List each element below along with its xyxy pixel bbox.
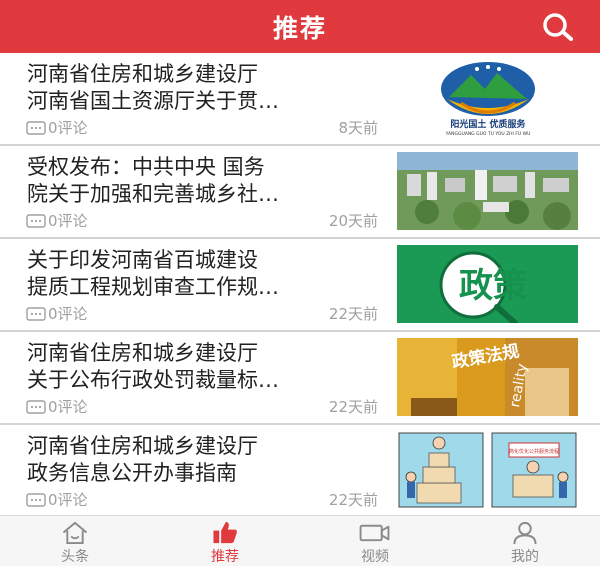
article-meta: 0评论 22天前	[26, 489, 378, 509]
headline-line-2: 政务信息公开办事指南	[27, 461, 237, 485]
article-time: 20天前	[328, 212, 378, 230]
comment-count[interactable]: 0评论	[26, 396, 88, 417]
headline-line-2: 提质工程规划审查工作规…	[27, 275, 279, 299]
thumb-caption: 阳光国土 优质服务	[450, 118, 526, 130]
headline-line-1: 关于印发河南省百城建设	[27, 248, 258, 272]
headline-line-2: 河南省国土资源厅关于贯…	[27, 89, 279, 113]
comment-icon	[26, 306, 46, 321]
comment-count[interactable]: 0评论	[26, 303, 88, 324]
tab-recommended[interactable]: 推荐	[150, 516, 300, 566]
home-icon	[62, 521, 88, 545]
comment-count-label: 0评论	[48, 491, 88, 509]
city-aerial-photo-icon	[397, 152, 578, 230]
tab-label: 我的	[511, 549, 539, 565]
tab-profile[interactable]: 我的	[450, 516, 600, 566]
tab-label: 推荐	[211, 549, 239, 565]
policy-regulation-photo-icon: 政策法规 reality	[397, 338, 578, 416]
article-headline[interactable]: 关于印发河南省百城建设 提质工程规划审查工作规…	[27, 247, 382, 301]
headline-line-2: 关于公布行政处罚裁量标…	[27, 368, 279, 392]
tab-label: 头条	[61, 549, 89, 565]
comment-icon	[26, 213, 46, 228]
comment-icon	[26, 492, 46, 507]
headline-line-1: 河南省住房和城乡建设厅	[27, 434, 258, 458]
article-meta: 0评论 22天前	[26, 396, 378, 416]
article-item[interactable]: 河南省住房和城乡建设厅 关于公布行政处罚裁量标… 0评论 22天前 政策法规 r…	[0, 332, 600, 425]
article-thumbnail[interactable]: 阳光国土 优质服务 YANGGUANG GUO TU YOU ZHI FU WU	[397, 59, 578, 137]
search-icon	[543, 13, 573, 41]
tab-video[interactable]: 视频	[300, 516, 450, 566]
policy-magnifier-icon: 政策	[397, 245, 578, 323]
comment-icon	[26, 399, 46, 414]
article-meta: 0评论 22天前	[26, 303, 378, 323]
video-icon	[359, 524, 390, 542]
headline-line-1: 河南省住房和城乡建设厅	[27, 341, 258, 365]
search-button[interactable]	[538, 11, 578, 43]
user-icon	[513, 521, 537, 545]
article-item[interactable]: 河南省住房和城乡建设厅 政务信息公开办事指南 0评论 22天前 简化优化公共服务…	[0, 425, 600, 515]
headline-line-2: 院关于加强和完善城乡社…	[27, 182, 279, 206]
headline-line-1: 受权发布：中共中央 国务	[27, 155, 265, 179]
article-time: 8天前	[338, 119, 378, 137]
article-thumbnail[interactable]	[397, 152, 578, 230]
top-bar: 推荐	[0, 0, 600, 53]
tab-label: 视频	[361, 549, 389, 565]
article-headline[interactable]: 河南省住房和城乡建设厅 河南省国土资源厅关于贯…	[27, 61, 382, 115]
article-item[interactable]: 河南省住房和城乡建设厅 河南省国土资源厅关于贯… 0评论 8天前 阳光国土 优质…	[0, 53, 600, 146]
app-screen: 推荐 河南省住房和城乡建设厅 河南省国土资源厅关于贯… 0评论 8天前 阳光国土…	[0, 0, 600, 566]
article-headline[interactable]: 河南省住房和城乡建设厅 关于公布行政处罚裁量标…	[27, 340, 382, 394]
page-title: 推荐	[272, 13, 327, 43]
sunshine-land-logo-icon: 阳光国土 优质服务 YANGGUANG GUO TU YOU ZHI FU WU	[397, 59, 578, 137]
comment-icon	[26, 120, 46, 135]
article-thumbnail[interactable]: 政策	[397, 245, 578, 323]
article-headline[interactable]: 河南省住房和城乡建设厅 政务信息公开办事指南	[27, 433, 382, 487]
article-meta: 0评论 8天前	[26, 117, 378, 137]
article-time: 22天前	[328, 398, 378, 416]
article-list[interactable]: 河南省住房和城乡建设厅 河南省国土资源厅关于贯… 0评论 8天前 阳光国土 优质…	[0, 53, 600, 515]
thumbs-up-icon	[213, 521, 237, 544]
thumb-subcaption: YANGGUANG GUO TU YOU ZHI FU WU	[445, 131, 531, 137]
comment-count[interactable]: 0评论	[26, 117, 88, 138]
article-item[interactable]: 关于印发河南省百城建设 提质工程规划审查工作规… 0评论 22天前 政策	[0, 239, 600, 332]
article-time: 22天前	[328, 305, 378, 323]
article-time: 22天前	[328, 491, 378, 509]
article-item[interactable]: 受权发布：中共中央 国务 院关于加强和完善城乡社… 0评论 20天前	[0, 146, 600, 239]
comment-count-label: 0评论	[48, 305, 88, 323]
comment-count[interactable]: 0评论	[26, 210, 88, 231]
article-thumbnail[interactable]: 简化优化公共服务流程	[397, 431, 578, 509]
thumb-caption: 政策	[459, 266, 527, 306]
service-cartoon-icon: 简化优化公共服务流程	[397, 431, 578, 509]
comment-count-label: 0评论	[48, 212, 88, 230]
article-thumbnail[interactable]: 政策法规 reality	[397, 338, 578, 416]
bottom-tab-bar: 头条 推荐 视频 我的	[0, 515, 600, 566]
headline-line-1: 河南省住房和城乡建设厅	[27, 62, 258, 86]
article-meta: 0评论 20天前	[26, 210, 378, 230]
comment-count[interactable]: 0评论	[26, 489, 88, 510]
comment-count-label: 0评论	[48, 398, 88, 416]
thumb-caption: 简化优化公共服务流程	[509, 448, 559, 455]
tab-headlines[interactable]: 头条	[0, 516, 150, 566]
article-headline[interactable]: 受权发布：中共中央 国务 院关于加强和完善城乡社…	[27, 154, 382, 208]
comment-count-label: 0评论	[48, 119, 88, 137]
